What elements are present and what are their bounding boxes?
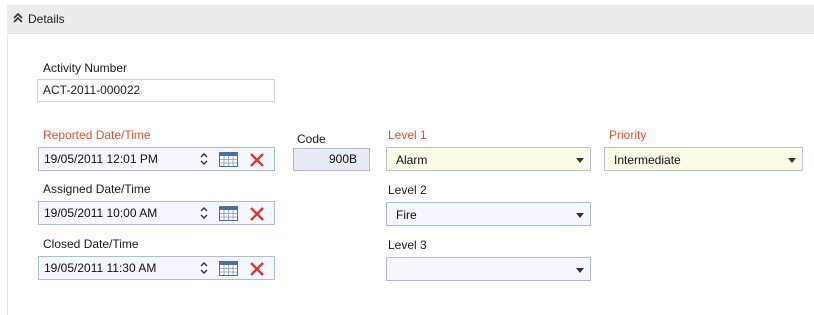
calendar-icon[interactable] [219, 206, 238, 221]
reported-datetime-picker[interactable]: 19/05/2011 12:01 PM [38, 147, 275, 171]
level3-label: Level 3 [388, 238, 427, 252]
level2-value: Fire [396, 208, 417, 222]
activity-number-field[interactable]: ACT-2011-000022 [37, 79, 275, 102]
level3-dropdown[interactable] [386, 257, 591, 281]
dropdown-arrow-icon[interactable] [576, 158, 584, 163]
level2-label: Level 2 [388, 183, 427, 197]
level1-dropdown[interactable]: Alarm [386, 147, 591, 171]
assigned-datetime-picker[interactable]: 19/05/2011 10:00 AM [38, 201, 275, 225]
code-field: 900B [293, 148, 370, 171]
code-label: Code [297, 132, 326, 146]
dropdown-arrow-icon[interactable] [576, 213, 584, 218]
spinner-up-down-icon[interactable] [200, 261, 208, 275]
reported-datetime-value[interactable]: 19/05/2011 12:01 PM [44, 152, 158, 166]
dropdown-arrow-icon[interactable] [788, 158, 796, 163]
double-chevron-up-icon[interactable] [11, 11, 25, 25]
priority-dropdown[interactable]: Intermediate [604, 147, 803, 171]
clear-x-icon[interactable] [248, 151, 266, 169]
activity-number-label: Activity Number [43, 61, 128, 75]
closed-datetime-value[interactable]: 19/05/2011 11:30 AM [44, 261, 156, 275]
calendar-icon[interactable] [219, 152, 238, 167]
assigned-datetime-value[interactable]: 19/05/2011 10:00 AM [44, 206, 157, 220]
panel-left-border [7, 36, 8, 315]
dropdown-arrow-icon[interactable] [576, 268, 584, 273]
assigned-datetime-label: Assigned Date/Time [43, 182, 151, 196]
details-section-header[interactable]: Details [7, 5, 814, 34]
level1-label: Level 1 [388, 128, 427, 142]
priority-label: Priority [609, 128, 647, 142]
reported-datetime-label: Reported Date/Time [43, 128, 151, 142]
calendar-icon[interactable] [219, 261, 238, 276]
level1-value: Alarm [396, 153, 428, 167]
closed-datetime-picker[interactable]: 19/05/2011 11:30 AM [38, 256, 275, 280]
priority-value: Intermediate [614, 153, 681, 167]
level2-dropdown[interactable]: Fire [386, 202, 591, 226]
closed-datetime-label: Closed Date/Time [43, 237, 139, 251]
spinner-up-down-icon[interactable] [200, 152, 208, 166]
clear-x-icon[interactable] [248, 205, 266, 223]
clear-x-icon[interactable] [248, 260, 266, 278]
section-title: Details [28, 12, 65, 26]
spinner-up-down-icon[interactable] [200, 206, 208, 220]
